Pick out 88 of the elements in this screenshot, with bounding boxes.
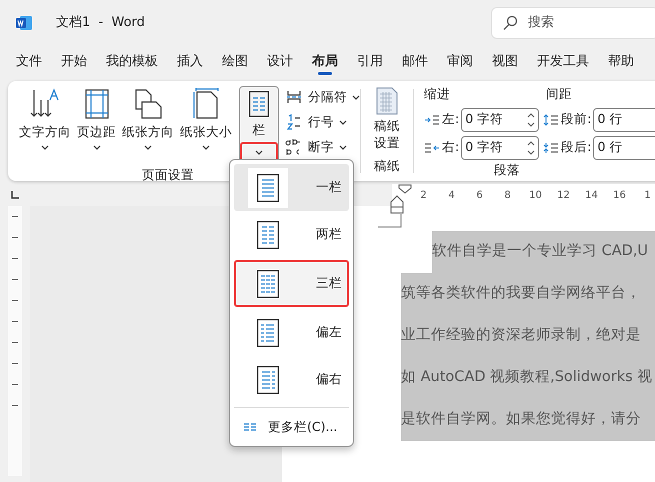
chevron-down-icon (92, 144, 100, 150)
orientation-icon (133, 88, 163, 120)
ribbon-tab[interactable]: 邮件 (393, 46, 437, 78)
spin-field[interactable]: 0 字符 (461, 108, 540, 132)
ruler-number: 4 (447, 188, 456, 202)
spacing-heading: 间距 (546, 85, 572, 103)
indent-heading: 缩进 (424, 85, 450, 103)
space-before-icon (543, 114, 560, 126)
grid-paper-icon (376, 87, 398, 115)
draft-settings-button[interactable]: 稿纸设置 (373, 87, 401, 151)
ribbon-button[interactable]: 分隔符 (285, 87, 360, 107)
window-title: 文档1 - Word (56, 14, 145, 32)
menu-item[interactable]: 更多栏(C)... (234, 412, 349, 442)
ribbon-tab[interactable]: 插入 (168, 46, 212, 78)
ruler-number: 6 (475, 188, 484, 202)
group-label: 稿纸 (374, 157, 400, 175)
ribbon-button[interactable]: 行号 (285, 112, 360, 132)
ribbon-button[interactable]: 纸张方向 (119, 86, 177, 150)
chevron-down-icon (144, 144, 152, 150)
chevron-down-icon (352, 94, 360, 100)
breaks-icon (286, 90, 302, 104)
ribbon-tab[interactable]: 设计 (258, 46, 302, 78)
group-label: 段落 (494, 160, 520, 179)
ruler-number: 8 (503, 188, 512, 202)
menu-item[interactable]: 偏左 (234, 309, 349, 356)
field-label: 段后: (561, 138, 592, 156)
columns-layout-icon (257, 220, 279, 248)
ribbon-tab[interactable]: 绘图 (213, 46, 257, 78)
ribbon-button[interactable]: 页边距 (74, 86, 119, 150)
paper-size-icon (191, 88, 221, 120)
chevron-down-icon (202, 144, 210, 150)
ruler-number: 2 (419, 188, 428, 202)
group-label: 页面设置 (142, 166, 194, 184)
menu-item[interactable]: 一栏 (234, 164, 349, 211)
document-text: 如 AutoCAD 视频教程,Solidworks 视 (401, 368, 652, 388)
menu-item[interactable]: 偏右 (234, 356, 349, 403)
tab-selector-icon (10, 191, 19, 199)
spin-arrows-icon (527, 112, 536, 128)
columns-layout-icon (257, 270, 279, 298)
columns-layout-icon (257, 174, 279, 202)
columns-icon (249, 91, 269, 117)
columns-icon (244, 423, 256, 431)
search-input[interactable]: 搜索 (528, 13, 628, 33)
field-label: 左: (442, 110, 460, 128)
line-numbers-icon (286, 114, 302, 130)
ruler-number: 12 (556, 188, 571, 202)
ribbon-button[interactable]: 纸张大小 (177, 86, 235, 150)
space-after-icon (543, 142, 560, 154)
ribbon-tab[interactable]: 文件 (7, 46, 51, 78)
ribbon-tab[interactable]: 审阅 (438, 46, 482, 78)
document-text: 筑等各类软件的我要自学网络平台， (401, 284, 641, 304)
document-text: 是软件自学网。如果您觉得好，请分 (401, 410, 641, 430)
menu-item[interactable]: 两栏 (234, 211, 349, 258)
ruler-number: 14 (584, 188, 599, 202)
word-logo-icon (16, 15, 32, 31)
ribbon-tab[interactable]: 帮助 (599, 46, 643, 78)
ruler-number: 1 (643, 188, 652, 202)
spin-field[interactable]: 0 字符 (461, 136, 540, 160)
ribbon-tab[interactable]: 布局 (303, 46, 347, 78)
menu-item[interactable]: 三栏 (234, 260, 349, 307)
ruler-number: 10 (528, 188, 543, 202)
ribbon-tab[interactable]: 开始 (52, 46, 96, 78)
search-icon (502, 15, 518, 31)
indent-right-icon (424, 142, 440, 154)
hyphenation-icon (285, 138, 303, 156)
columns-layout-icon (257, 318, 279, 346)
ribbon-button[interactable]: 断字 (285, 137, 360, 157)
ruler-number: 16 (612, 188, 627, 202)
spin-arrows-icon (527, 140, 536, 156)
field-label: 段前: (561, 110, 592, 128)
ribbon-tab[interactable]: 视图 (483, 46, 527, 78)
chevron-down-icon (339, 120, 347, 124)
spin-field[interactable]: 0 行 (593, 108, 655, 132)
search-field[interactable]: 搜索 (491, 7, 655, 39)
document-text: 业工作经验的资深老师录制，绝对是 (401, 326, 641, 346)
indent-left-icon (424, 114, 440, 126)
columns-layout-icon (257, 366, 279, 394)
document-text: 软件自学是一个专业学习 CAD,U (432, 242, 648, 262)
chevron-down-icon (41, 144, 49, 150)
ribbon-tab[interactable]: 引用 (348, 46, 392, 78)
chevron-down-icon (255, 150, 263, 156)
field-label: 右: (442, 138, 460, 156)
ribbon-button[interactable]: 文字方向 (16, 86, 74, 150)
chevron-down-icon (339, 144, 347, 150)
ribbon-tab[interactable]: 开发工具 (528, 46, 598, 78)
ribbon-tab[interactable]: 我的模板 (97, 46, 167, 78)
spin-field[interactable]: 0 行 (593, 136, 655, 160)
margin-corner-mark (378, 214, 402, 228)
